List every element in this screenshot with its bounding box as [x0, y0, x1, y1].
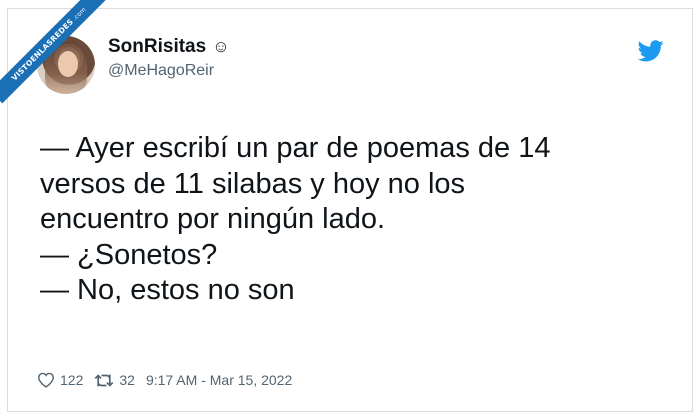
retweets-count: 32: [119, 372, 135, 388]
watermark-suffix: .com: [71, 6, 88, 23]
tweet-text: — Ayer escribí un par de poemas de 14 ve…: [40, 131, 670, 309]
tweet-line: encuentro por ningún lado.: [40, 203, 386, 235]
display-name-text: SonRisitas: [108, 36, 207, 57]
twitter-bird-icon[interactable]: [638, 40, 664, 62]
retweet-icon: [95, 374, 114, 386]
likes-count: 122: [60, 372, 84, 388]
author-handle[interactable]: @MeHagoReir: [108, 62, 214, 80]
retweet-action[interactable]: 32: [83, 372, 135, 388]
smile-icon: ☺: [212, 37, 230, 56]
tweet-line: — Ayer escribí un par de poemas de 14: [40, 132, 551, 164]
tweet-line: versos de 11 silabas y hoy no los: [40, 167, 466, 200]
like-action[interactable]: 122: [37, 372, 83, 388]
tweet-line: — ¿Sonetos?: [40, 238, 218, 271]
author-display-name[interactable]: SonRisitas ☺: [108, 36, 230, 58]
heart-icon: [37, 372, 55, 388]
tweet-line: — No, estos no son: [40, 274, 295, 306]
tweet-timestamp[interactable]: 9:17 AM - Mar 15, 2022: [146, 372, 292, 388]
tweet-meta: 122 32 9:17 AM - Mar 15, 2022: [37, 372, 292, 388]
